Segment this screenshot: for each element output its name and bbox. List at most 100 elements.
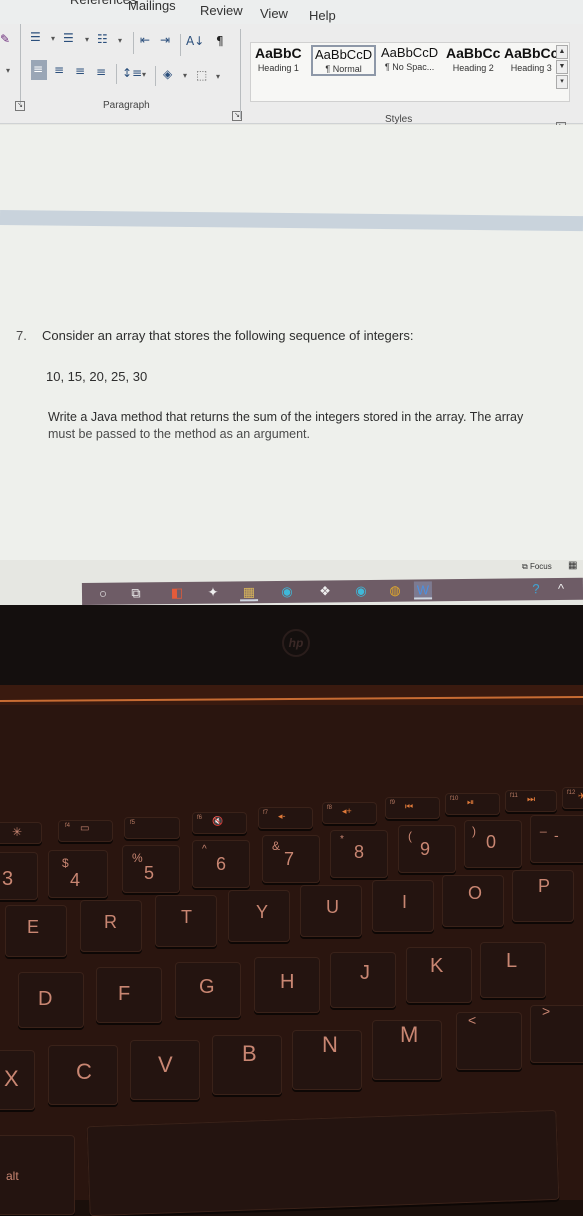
format-painter-icon[interactable]: ✎ xyxy=(0,32,10,46)
key-9[interactable]: ( 9 xyxy=(398,825,456,873)
key-m[interactable]: M xyxy=(372,1020,442,1080)
chevron-down-icon[interactable]: ▾ xyxy=(118,36,122,45)
key-7[interactable]: & 7 xyxy=(262,835,320,883)
numbering-icon[interactable]: ☰ xyxy=(63,31,74,45)
tab-references[interactable]: References xyxy=(70,0,136,7)
chevron-up-icon[interactable]: ^ xyxy=(552,580,570,598)
align-left-icon[interactable]: ≡ xyxy=(33,62,43,76)
key-shift-label: * xyxy=(340,834,344,845)
key-j[interactable]: J xyxy=(330,952,396,1008)
align-center-icon[interactable]: ≡ xyxy=(54,63,64,77)
styles-scroll-down-icon[interactable]: ▼ xyxy=(556,60,568,74)
document-page[interactable]: 7. Consider an array that stores the fol… xyxy=(0,125,583,560)
chevron-down-icon[interactable]: ▾ xyxy=(216,72,220,81)
align-right-icon[interactable]: ≡ xyxy=(75,64,85,78)
increase-indent-icon[interactable]: ⇥ xyxy=(160,33,170,47)
style-heading-2[interactable]: AaBbCc Heading 2 xyxy=(446,45,500,73)
tab-view[interactable]: View xyxy=(260,6,288,21)
key-i[interactable]: I xyxy=(372,880,434,932)
key-f5[interactable]: f5 xyxy=(124,817,180,839)
key-5[interactable]: % 5 xyxy=(122,845,180,893)
tab-mailings[interactable]: Mailings xyxy=(128,0,176,13)
key-o[interactable]: O xyxy=(442,875,504,927)
style-no-spacing[interactable]: AaBbCcD ¶ No Spac... xyxy=(381,45,438,72)
key-4[interactable]: $ 4 xyxy=(48,850,108,898)
key-minus[interactable]: _ - xyxy=(530,815,583,863)
key-label: 0 xyxy=(486,832,497,852)
key-g[interactable]: G xyxy=(175,962,241,1018)
chrome-icon[interactable]: ◍ xyxy=(386,582,404,600)
key-h[interactable]: H xyxy=(254,957,320,1013)
key-f10[interactable]: f10 ⏯ xyxy=(445,793,500,815)
office-icon[interactable]: ◧ xyxy=(168,584,186,602)
key-f9[interactable]: f9 ⏮ xyxy=(385,797,440,819)
key-6[interactable]: ^ 6 xyxy=(192,840,250,888)
chevron-down-icon[interactable]: ▾ xyxy=(183,71,187,80)
key-x[interactable]: X xyxy=(0,1050,35,1110)
sort-icon[interactable]: A↓ xyxy=(186,34,204,48)
bullets-icon[interactable]: ☰ xyxy=(30,30,41,44)
tab-help[interactable]: Help xyxy=(309,8,336,23)
style-heading-1[interactable]: AaBbC Heading 1 xyxy=(255,45,302,73)
key-f[interactable]: F xyxy=(96,967,162,1023)
key-f7[interactable]: f7 ◂- xyxy=(258,807,313,829)
key-k[interactable]: K xyxy=(406,947,472,1003)
edge-icon[interactable]: ◉ xyxy=(278,583,296,601)
key-b[interactable]: B xyxy=(212,1035,282,1095)
style-heading-3[interactable]: AaBbCc Heading 3 xyxy=(504,45,558,73)
line-spacing-icon[interactable]: ↕≡ xyxy=(122,66,142,80)
key-alt[interactable]: alt xyxy=(0,1135,75,1215)
key-v[interactable]: V xyxy=(130,1040,200,1100)
search-circle-icon[interactable]: ○ xyxy=(94,585,112,603)
decrease-indent-icon[interactable]: ⇤ xyxy=(140,33,150,47)
key-p[interactable]: P xyxy=(512,870,574,922)
font-dialog-launcher-icon[interactable]: ↘ xyxy=(15,101,25,111)
key-shift-label: ) xyxy=(472,824,476,838)
key-label: M xyxy=(400,1022,419,1047)
styles-scroll-up-icon[interactable]: ▲ xyxy=(556,45,568,59)
key-f6[interactable]: f6 🔇 xyxy=(192,812,247,834)
key-c[interactable]: C xyxy=(48,1045,118,1105)
key-n[interactable]: N xyxy=(292,1030,362,1090)
chevron-down-icon[interactable]: ▾ xyxy=(142,70,146,79)
chevron-down-icon[interactable]: ▾ xyxy=(6,66,10,75)
key-d[interactable]: D xyxy=(18,972,84,1028)
dropbox-icon[interactable]: ❖ xyxy=(316,582,334,600)
key-3[interactable]: 3 xyxy=(0,852,38,900)
style-normal[interactable]: AaBbCcD ¶ Normal xyxy=(311,45,377,76)
key-u[interactable]: U xyxy=(300,885,362,937)
key-f8[interactable]: f8 ◂+ xyxy=(322,802,377,824)
key-f4[interactable]: f4 ▭ xyxy=(58,820,113,842)
borders-icon[interactable]: ⬚ xyxy=(196,68,207,82)
key-y[interactable]: Y xyxy=(228,890,290,942)
key-t[interactable]: T xyxy=(155,895,217,947)
key-f12[interactable]: f12 ✈ xyxy=(562,787,583,809)
read-mode-icon[interactable]: ▦ xyxy=(568,560,577,571)
word-icon[interactable]: W xyxy=(413,581,433,600)
key-0[interactable]: ) 0 xyxy=(464,820,522,868)
key-f3[interactable]: ✳ xyxy=(0,822,42,844)
key-spacebar[interactable] xyxy=(86,1109,560,1216)
multilevel-list-icon[interactable]: ☷ xyxy=(97,32,108,46)
help-icon[interactable]: ? xyxy=(527,580,545,598)
key-l[interactable]: L xyxy=(480,942,546,998)
task-view-icon[interactable]: ⧉ xyxy=(127,584,145,602)
chevron-down-icon[interactable]: ▾ xyxy=(51,34,55,43)
focus-mode-button[interactable]: ⧉ Focus xyxy=(522,562,552,572)
edge-icon[interactable]: ◉ xyxy=(352,582,370,600)
key-period[interactable]: > xyxy=(530,1003,583,1063)
key-label: R xyxy=(104,912,117,932)
app-icon[interactable]: ✦ xyxy=(204,584,222,602)
styles-more-icon[interactable]: ▾ xyxy=(556,75,568,89)
tab-review[interactable]: Review xyxy=(200,3,243,18)
key-8[interactable]: * 8 xyxy=(330,830,388,878)
shading-icon[interactable]: ◈ xyxy=(163,67,172,81)
key-f11[interactable]: f11 ⏭ xyxy=(505,790,557,812)
key-e[interactable]: E xyxy=(5,905,67,957)
justify-icon[interactable]: ≡ xyxy=(96,65,106,79)
show-formatting-icon[interactable]: ¶ xyxy=(216,34,224,48)
chevron-down-icon[interactable]: ▾ xyxy=(85,35,89,44)
key-r[interactable]: R xyxy=(80,900,142,952)
key-comma[interactable]: < xyxy=(456,1012,522,1070)
photos-icon[interactable]: ▦ xyxy=(239,583,259,602)
